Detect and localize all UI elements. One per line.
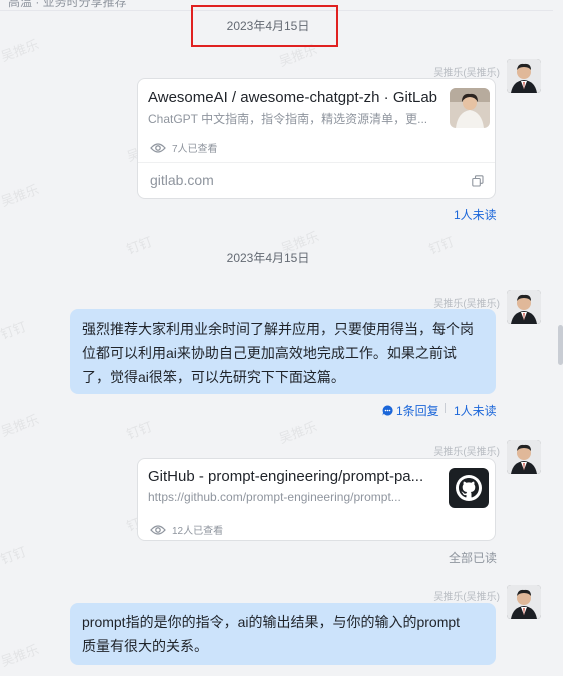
card-subtitle: https://github.com/prompt-engineering/pr… [148, 490, 401, 504]
card-title: GitHub - prompt-engineering/prompt-pa... [148, 468, 424, 485]
date-separator: 2023年4月15日 [226, 19, 310, 33]
date-separator: 2023年4月15日 [226, 251, 310, 265]
avatar[interactable] [507, 59, 541, 93]
message-line: 位都可以利用ai来协助自己更加高效地完成工作。如果之前试 [82, 345, 457, 361]
link-card[interactable]: GitHub - prompt-engineering/prompt-pa...… [137, 458, 496, 541]
view-count: 7人已查看 [150, 140, 218, 155]
watermark: 钉钉 [124, 418, 155, 442]
avatar[interactable] [507, 440, 541, 474]
status-divider [445, 403, 446, 413]
card-subtitle: ChatGPT 中文指南，指令指南，精选资源清单，更... [148, 112, 428, 126]
read-status[interactable]: 1人未读 [454, 402, 497, 419]
watermark: 钉钉 [426, 233, 457, 257]
watermark: 吴推乐 [0, 411, 41, 440]
message-line: 了，觉得ai很笨，可以先研究下下面这篇。 [82, 369, 345, 385]
github-icon [449, 468, 489, 508]
read-status[interactable]: 全部已读 [449, 549, 497, 566]
eye-icon [150, 142, 166, 153]
view-count-label: 7人已查看 [172, 144, 218, 155]
card-title: AwesomeAI / awesome-chatgpt-zh · GitLab [148, 89, 438, 106]
read-status[interactable]: 1人未读 [454, 206, 497, 223]
message-bubble[interactable]: 强烈推荐大家利用业余时间了解并应用，只要使用得当，每个岗 位都可以利用ai来协助… [70, 309, 496, 394]
sender-name: 吴推乐(吴推乐) [433, 592, 500, 603]
sender-name: 吴推乐(吴推乐) [433, 68, 500, 79]
message-line: 质量有很大的关系。 [82, 638, 208, 654]
watermark: 钉钉 [124, 233, 155, 257]
header-text: 高温 · 业务时分享推荐 [8, 0, 127, 9]
watermark: 吴推乐 [0, 641, 41, 670]
avatar[interactable] [507, 290, 541, 324]
watermark: 钉钉 [0, 543, 29, 567]
card-domain: gitlab.com [150, 172, 214, 188]
avatar[interactable] [507, 585, 541, 619]
eye-icon [150, 524, 166, 535]
view-count-label: 12人已查看 [172, 526, 224, 537]
watermark: 吴推乐 [0, 181, 41, 210]
watermark: 吴推乐 [276, 418, 319, 447]
sender-name: 吴推乐(吴推乐) [433, 447, 500, 458]
watermark: 吴推乐 [0, 36, 41, 65]
scrollbar[interactable] [558, 325, 563, 365]
sender-name: 吴推乐(吴推乐) [433, 299, 500, 310]
card-divider [138, 162, 495, 163]
view-count: 12人已查看 [150, 522, 223, 537]
reply-icon [382, 405, 393, 416]
watermark: 钉钉 [0, 318, 29, 342]
reply-count[interactable]: 1条回复 [382, 402, 439, 419]
message-bubble[interactable]: prompt指的是你的指令，ai的输出结果，与你的输入的prompt 质量有很大… [70, 603, 496, 665]
message-line: 强烈推荐大家利用业余时间了解并应用，只要使用得当，每个岗 [82, 321, 474, 337]
message-line: prompt指的是你的指令，ai的输出结果，与你的输入的prompt [82, 614, 461, 630]
copy-icon[interactable] [472, 174, 484, 192]
reply-count-label: 1条回复 [396, 404, 439, 418]
link-card[interactable]: AwesomeAI / awesome-chatgpt-zh · GitLab … [137, 78, 496, 199]
card-thumbnail [450, 88, 490, 128]
